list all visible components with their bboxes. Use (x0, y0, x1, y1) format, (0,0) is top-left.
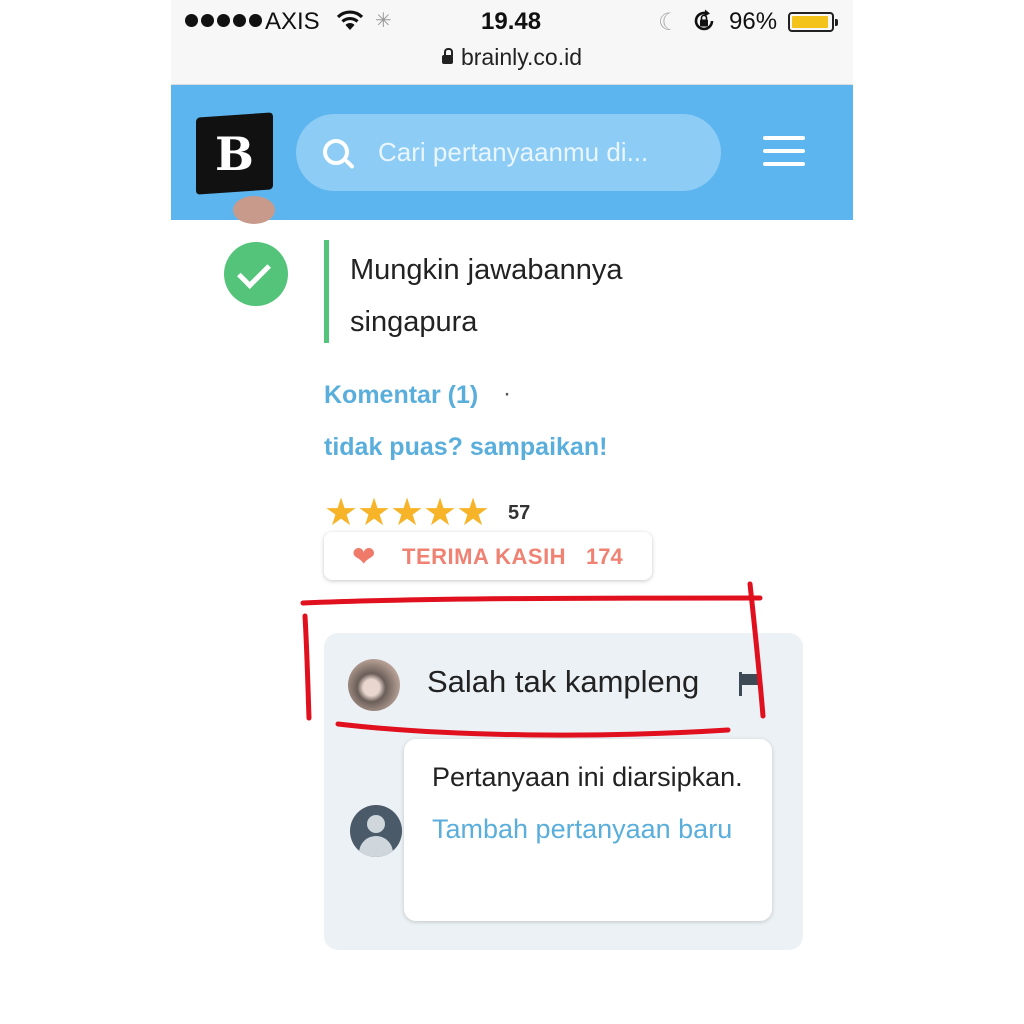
star-icon[interactable]: ★ (357, 494, 391, 532)
add-new-question-link[interactable]: Tambah pertanyaan baru (432, 814, 732, 844)
battery-level (792, 16, 829, 28)
battery-icon (788, 12, 838, 32)
battery-percent: 96% (729, 8, 778, 35)
archived-notice-text: Pertanyaan ini diarsipkan. (432, 762, 743, 792)
report-dissatisfied-link[interactable]: tidak puas? sampaikan! (324, 433, 607, 462)
rating-count: 57 (508, 502, 531, 524)
rotation-lock-icon (691, 8, 717, 41)
moon-icon: ☾ (658, 9, 680, 36)
brainly-logo[interactable]: B (196, 112, 273, 195)
address-bar[interactable]: brainly.co.id (171, 44, 853, 71)
avatar (233, 196, 275, 224)
lock-icon (441, 48, 453, 64)
thanks-button[interactable]: ❤ TERIMA KASIH 174 (324, 532, 652, 580)
separator-dot: · (503, 380, 511, 407)
hamburger-menu-icon[interactable] (763, 136, 807, 170)
status-bar: AXIS ✳ 19.48 ☾ 96% brainly.co.id (171, 0, 853, 85)
default-user-avatar (350, 805, 402, 857)
rating-stars[interactable]: ★ ★ ★ ★ ★ (324, 494, 490, 532)
heart-icon: ❤ (352, 541, 376, 572)
site-header: B (171, 85, 853, 220)
thanks-count: 174 (586, 544, 623, 569)
star-icon[interactable]: ★ (456, 494, 490, 532)
star-icon[interactable]: ★ (324, 494, 358, 532)
star-icon[interactable]: ★ (390, 494, 424, 532)
commenter-avatar[interactable] (348, 659, 400, 711)
comments-link[interactable]: Komentar (1) (324, 381, 478, 410)
carrier-name: AXIS (265, 8, 320, 35)
star-icon[interactable]: ★ (423, 494, 457, 532)
comment-text: Salah tak kampleng (427, 664, 700, 699)
verified-check-icon (224, 242, 288, 306)
wifi-icon (336, 8, 364, 39)
url-text: brainly.co.id (460, 44, 583, 70)
answer-accent-bar (324, 240, 329, 343)
search-box[interactable] (296, 114, 721, 191)
status-time: 19.48 (481, 8, 542, 35)
signal-dots-icon (185, 14, 262, 27)
loading-spinner-icon: ✳ (375, 10, 392, 32)
flag-icon[interactable] (739, 672, 761, 696)
answer-text: Mungkin jawabannya singapura (350, 254, 623, 338)
search-input[interactable] (378, 114, 698, 191)
phone-screen: AXIS ✳ 19.48 ☾ 96% brainly.co.id B Cari … (171, 0, 853, 1024)
thanks-label: TERIMA KASIH (402, 544, 567, 569)
logo-letter: B (215, 127, 254, 181)
archived-notice-card: Pertanyaan ini diarsipkan. Tambah pertan… (404, 739, 772, 921)
search-icon[interactable] (323, 139, 349, 165)
